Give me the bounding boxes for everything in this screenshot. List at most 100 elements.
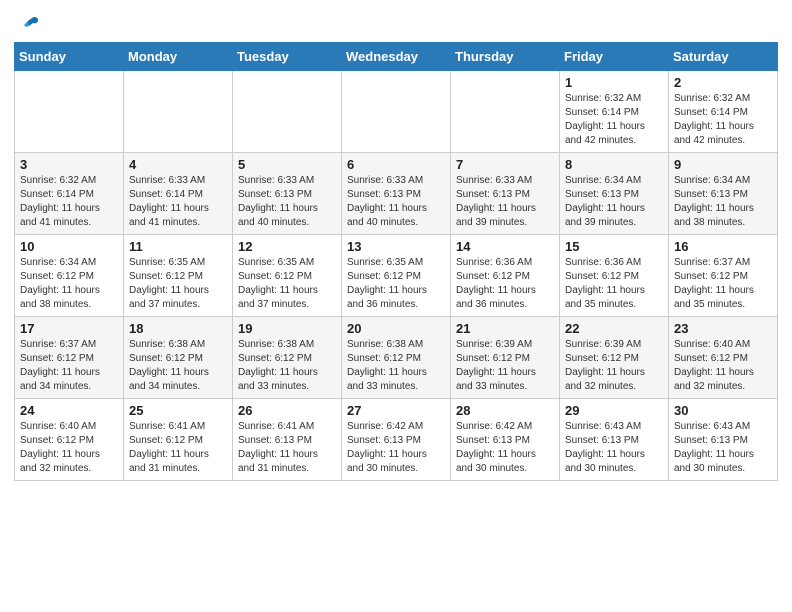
day-number: 21 [456,321,554,336]
day-header-friday: Friday [560,43,669,71]
calendar-cell: 23Sunrise: 6:40 AM Sunset: 6:12 PM Dayli… [669,317,778,399]
day-info: Sunrise: 6:33 AM Sunset: 6:13 PM Dayligh… [456,174,554,230]
calendar-cell: 13 Sunrise: 6:35 AM Sunset: 6:12 PM Dayli… [342,235,451,317]
calendar-cell: 19Sunrise: 6:38 AM Sunset: 6:12 PM Dayli… [233,317,342,399]
calendar-week-row: 3 Sunrise: 6:32 AM Sunset: 6:14 PM Daylig… [15,153,778,235]
day-number: 7 [456,157,554,172]
calendar-cell [124,71,233,153]
day-info: Sunrise: 6:42 AM Sunset: 6:13 PM Dayligh… [456,420,554,476]
day-info: Sunrise: 6:34 AM Sunset: 6:13 PM Dayligh… [565,174,663,230]
day-number: 29 [565,403,663,418]
day-number: 9 [674,157,772,172]
calendar-cell [342,71,451,153]
day-number: 12 [238,239,336,254]
day-info: Sunrise: 6:38 AM Sunset: 6:12 PM Dayligh… [238,338,336,394]
day-number: 20 [347,321,445,336]
calendar-cell: 2Sunrise: 6:32 AM Sunset: 6:14 PM Daylig… [669,71,778,153]
calendar-cell: 18 Sunrise: 6:38 AM Sunset: 6:12 PM Dayli… [124,317,233,399]
day-number: 18 [129,321,227,336]
calendar-cell [15,71,124,153]
day-number: 30 [674,403,772,418]
day-number: 1 [565,75,663,90]
calendar-cell: 4 Sunrise: 6:33 AM Sunset: 6:14 PM Daylig… [124,153,233,235]
calendar-cell: 20Sunrise: 6:38 AM Sunset: 6:12 PM Dayli… [342,317,451,399]
logo-bird-icon [18,14,40,36]
day-number: 11 [129,239,227,254]
calendar-cell: 21 Sunrise: 6:39 AM Sunset: 6:12 PM Dayli… [451,317,560,399]
day-number: 24 [20,403,118,418]
day-info: Sunrise: 6:43 AM Sunset: 6:13 PM Dayligh… [674,420,772,476]
calendar-cell: 29 Sunrise: 6:43 AM Sunset: 6:13 PM Dayli… [560,399,669,481]
day-info: Sunrise: 6:41 AM Sunset: 6:12 PM Dayligh… [129,420,227,476]
day-number: 27 [347,403,445,418]
calendar-cell: 24 Sunrise: 6:40 AM Sunset: 6:12 PM Dayli… [15,399,124,481]
calendar-cell: 17Sunrise: 6:37 AM Sunset: 6:12 PM Dayli… [15,317,124,399]
day-info: Sunrise: 6:38 AM Sunset: 6:12 PM Dayligh… [129,338,227,394]
day-number: 5 [238,157,336,172]
day-number: 22 [565,321,663,336]
calendar-cell: 6 Sunrise: 6:33 AM Sunset: 6:13 PM Daylig… [342,153,451,235]
logo [14,14,40,36]
calendar-cell: 15Sunrise: 6:36 AM Sunset: 6:12 PM Dayli… [560,235,669,317]
day-info: Sunrise: 6:32 AM Sunset: 6:14 PM Dayligh… [674,92,772,148]
day-info: Sunrise: 6:39 AM Sunset: 6:12 PM Dayligh… [565,338,663,394]
calendar-cell: 14Sunrise: 6:36 AM Sunset: 6:12 PM Dayli… [451,235,560,317]
day-info: Sunrise: 6:42 AM Sunset: 6:13 PM Dayligh… [347,420,445,476]
day-number: 10 [20,239,118,254]
day-info: Sunrise: 6:35 AM Sunset: 6:12 PM Dayligh… [129,256,227,312]
day-info: Sunrise: 6:34 AM Sunset: 6:12 PM Dayligh… [20,256,118,312]
calendar-cell: 3 Sunrise: 6:32 AM Sunset: 6:14 PM Daylig… [15,153,124,235]
calendar-week-row: 10 Sunrise: 6:34 AM Sunset: 6:12 PM Dayli… [15,235,778,317]
day-header-saturday: Saturday [669,43,778,71]
calendar-cell: 10 Sunrise: 6:34 AM Sunset: 6:12 PM Dayli… [15,235,124,317]
calendar-cell: 28 Sunrise: 6:42 AM Sunset: 6:13 PM Dayli… [451,399,560,481]
day-number: 25 [129,403,227,418]
header [14,10,778,36]
calendar-cell: 5 Sunrise: 6:33 AM Sunset: 6:13 PM Daylig… [233,153,342,235]
day-info: Sunrise: 6:32 AM Sunset: 6:14 PM Dayligh… [20,174,118,230]
day-info: Sunrise: 6:35 AM Sunset: 6:12 PM Dayligh… [347,256,445,312]
calendar-cell [451,71,560,153]
calendar-cell: 12 Sunrise: 6:35 AM Sunset: 6:12 PM Dayli… [233,235,342,317]
day-info: Sunrise: 6:33 AM Sunset: 6:13 PM Dayligh… [238,174,336,230]
day-header-tuesday: Tuesday [233,43,342,71]
calendar-week-row: 17Sunrise: 6:37 AM Sunset: 6:12 PM Dayli… [15,317,778,399]
day-number: 4 [129,157,227,172]
day-number: 6 [347,157,445,172]
day-info: Sunrise: 6:33 AM Sunset: 6:13 PM Dayligh… [347,174,445,230]
calendar-week-row: 24 Sunrise: 6:40 AM Sunset: 6:12 PM Dayli… [15,399,778,481]
calendar-cell: 22 Sunrise: 6:39 AM Sunset: 6:12 PM Dayli… [560,317,669,399]
day-number: 13 [347,239,445,254]
day-number: 8 [565,157,663,172]
calendar-cell: 30 Sunrise: 6:43 AM Sunset: 6:13 PM Dayli… [669,399,778,481]
day-info: Sunrise: 6:39 AM Sunset: 6:12 PM Dayligh… [456,338,554,394]
calendar: SundayMondayTuesdayWednesdayThursdayFrid… [14,42,778,481]
day-info: Sunrise: 6:41 AM Sunset: 6:13 PM Dayligh… [238,420,336,476]
calendar-cell: 8 Sunrise: 6:34 AM Sunset: 6:13 PM Daylig… [560,153,669,235]
day-info: Sunrise: 6:32 AM Sunset: 6:14 PM Dayligh… [565,92,663,148]
calendar-cell: 26 Sunrise: 6:41 AM Sunset: 6:13 PM Dayli… [233,399,342,481]
day-info: Sunrise: 6:37 AM Sunset: 6:12 PM Dayligh… [20,338,118,394]
day-info: Sunrise: 6:34 AM Sunset: 6:13 PM Dayligh… [674,174,772,230]
calendar-header-row: SundayMondayTuesdayWednesdayThursdayFrid… [15,43,778,71]
day-number: 28 [456,403,554,418]
day-info: Sunrise: 6:40 AM Sunset: 6:12 PM Dayligh… [674,338,772,394]
day-number: 14 [456,239,554,254]
day-info: Sunrise: 6:35 AM Sunset: 6:12 PM Dayligh… [238,256,336,312]
day-info: Sunrise: 6:33 AM Sunset: 6:14 PM Dayligh… [129,174,227,230]
calendar-week-row: 1 Sunrise: 6:32 AM Sunset: 6:14 PM Daylig… [15,71,778,153]
day-info: Sunrise: 6:43 AM Sunset: 6:13 PM Dayligh… [565,420,663,476]
page: SundayMondayTuesdayWednesdayThursdayFrid… [0,0,792,495]
day-header-wednesday: Wednesday [342,43,451,71]
day-header-thursday: Thursday [451,43,560,71]
calendar-cell: 16Sunrise: 6:37 AM Sunset: 6:12 PM Dayli… [669,235,778,317]
calendar-cell: 7 Sunrise: 6:33 AM Sunset: 6:13 PM Daylig… [451,153,560,235]
day-number: 3 [20,157,118,172]
day-number: 16 [674,239,772,254]
day-number: 15 [565,239,663,254]
calendar-cell: 9 Sunrise: 6:34 AM Sunset: 6:13 PM Daylig… [669,153,778,235]
day-number: 26 [238,403,336,418]
day-header-monday: Monday [124,43,233,71]
calendar-cell: 25 Sunrise: 6:41 AM Sunset: 6:12 PM Dayli… [124,399,233,481]
day-info: Sunrise: 6:40 AM Sunset: 6:12 PM Dayligh… [20,420,118,476]
